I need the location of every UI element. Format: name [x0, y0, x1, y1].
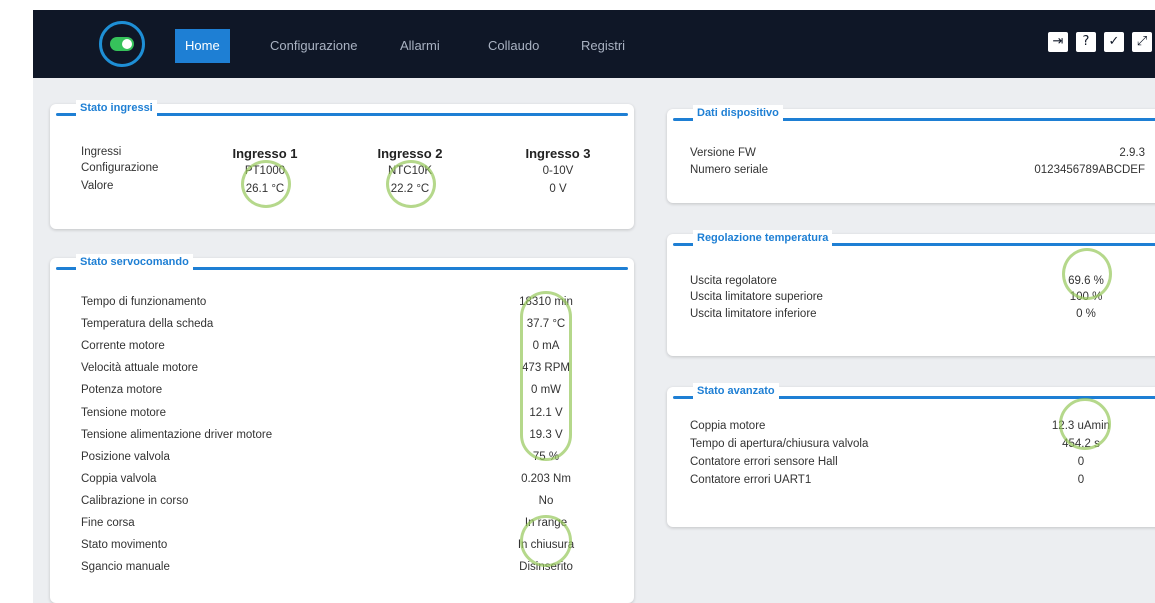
actuator-row-value: 37.7 °C [526, 318, 566, 331]
regulation-value-lower: 0 % [1076, 308, 1096, 320]
actuator-row-label: Tempo di funzionamento [81, 296, 207, 308]
advanced-value-uart-errors: 0 [1077, 474, 1085, 486]
actuator-row-value: In range [524, 517, 568, 529]
actuator-row-label: Sgancio manuale [81, 561, 170, 574]
actuator-row-value: No [538, 494, 554, 507]
regulation-label-output: Uscita regolatore [690, 275, 777, 287]
app-screen: Home Configurazione Allarmi Collaudo Reg… [33, 10, 1155, 603]
actuator-row-label: Fine corsa [81, 517, 135, 529]
row-label-valore: Valore [81, 180, 114, 192]
actuator-row-label: Corrente motore [81, 340, 165, 353]
regulation-value-upper: 100 % [1069, 291, 1103, 303]
device-label-serial: Numero seriale [690, 164, 768, 176]
inputs-card: Stato ingressi Ingressi Configurazione V… [50, 100, 634, 229]
fullscreen-icon[interactable]: ⤢ [1132, 32, 1152, 52]
actuator-card-title: Stato servocomando [56, 254, 628, 272]
actuator-row-value: 19.3 V [529, 428, 563, 441]
actuator-row-label: Potenza motore [81, 384, 163, 397]
input-1-header: Ingresso 1 [232, 146, 298, 161]
actuator-row-value: 75 % [532, 450, 560, 463]
regulation-card-title: Regolazione temperatura [673, 230, 1155, 248]
actuator-row-label: Temperatura della scheda [81, 318, 214, 331]
actuator-row-label: Stato movimento [81, 539, 168, 552]
actuator-row-label: Coppia valvola [81, 472, 157, 485]
actuator-card: Stato servocomando Tempo di funzionament… [50, 254, 634, 603]
regulation-label-lower: Uscita limitatore inferiore [690, 308, 817, 320]
input-2-header: Ingresso 2 [377, 146, 443, 161]
actuator-row-value: 0.203 Nm [521, 472, 571, 485]
advanced-card: Stato avanzato Coppia motore 12.3 uAmin … [667, 383, 1155, 527]
advanced-label-open-close-time: Tempo di apertura/chiusura valvola [690, 438, 869, 450]
actuator-row-label: Tensione motore [81, 406, 167, 419]
nav-collaudo[interactable]: Collaudo [488, 29, 539, 63]
nav-configurazione[interactable]: Configurazione [270, 29, 357, 63]
app-logo [99, 21, 145, 67]
input-3-value: 0 V [549, 183, 567, 195]
help-icon[interactable]: ? [1076, 32, 1096, 52]
top-navbar: Home Configurazione Allarmi Collaudo Reg… [33, 10, 1155, 78]
toggle-icon [110, 37, 134, 51]
nav-home[interactable]: Home [175, 29, 230, 63]
regulation-label-upper: Uscita limitatore superiore [690, 291, 823, 303]
advanced-value-open-close-time: 454.2 s [1062, 438, 1100, 450]
actuator-row-label: Calibrazione in corso [81, 494, 189, 507]
actuator-row-label: Tensione alimentazione driver motore [81, 428, 273, 441]
input-3-config: 0-10V [542, 165, 574, 177]
device-card: Dati dispositivo Versione FW 2.9.3 Numer… [667, 105, 1155, 203]
regulation-card: Regolazione temperatura Uscita regolator… [667, 230, 1155, 356]
nav-allarmi[interactable]: Allarmi [400, 29, 440, 63]
advanced-card-title: Stato avanzato [673, 383, 1155, 401]
device-value-serial: 0123456789ABCDEF [1034, 164, 1145, 176]
advanced-label-torque: Coppia motore [690, 420, 766, 432]
device-label-fw: Versione FW [690, 147, 756, 159]
actuator-row-value: 18310 min [519, 296, 573, 308]
input-2-value: 22.2 °C [390, 183, 430, 195]
input-1-value: 26.1 °C [245, 183, 285, 195]
actuator-row-value: 473 RPM [522, 362, 570, 375]
inputs-card-title: Stato ingressi [56, 100, 628, 118]
advanced-label-uart-errors: Contatore errori UART1 [690, 474, 812, 486]
actuator-row-value: 0 mW [530, 384, 562, 397]
device-value-fw: 2.9.3 [1119, 147, 1145, 159]
actuator-row-label: Posizione valvola [81, 450, 170, 463]
actuator-row-value: 12.1 V [529, 406, 563, 419]
nav-registri[interactable]: Registri [581, 29, 625, 63]
advanced-label-hall-errors: Contatore errori sensore Hall [690, 456, 838, 468]
advanced-value-hall-errors: 0 [1077, 456, 1085, 468]
actuator-row-label: Velocità attuale motore [81, 362, 198, 375]
regulation-value-output: 69.6 % [1068, 275, 1104, 287]
input-1-config: PT1000 [244, 165, 286, 177]
row-label-configurazione: Configurazione [81, 162, 159, 174]
actuator-row-value: 0 mA [532, 340, 560, 353]
actuator-row-value: In chiusura [517, 539, 575, 552]
actuator-row-value: Disinserito [519, 561, 573, 574]
input-2-config: NTC10K [387, 165, 433, 177]
row-label-ingressi: Ingressi [81, 146, 122, 158]
check-icon[interactable]: ✓ [1104, 32, 1124, 52]
device-card-title: Dati dispositivo [673, 105, 1155, 123]
advanced-value-torque: 12.3 uAmin [1051, 420, 1111, 432]
exit-icon[interactable]: ⇥ [1048, 32, 1068, 52]
input-3-header: Ingresso 3 [525, 146, 591, 161]
